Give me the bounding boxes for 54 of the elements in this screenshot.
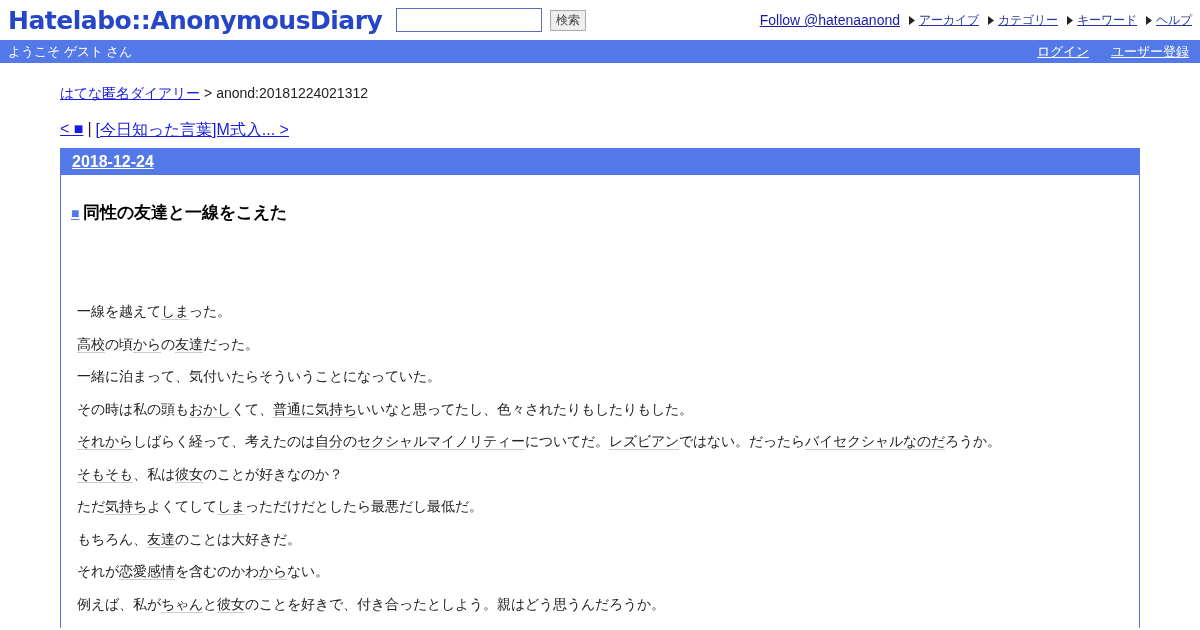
keyword-link[interactable]: 気持ち <box>105 498 147 515</box>
keyword-link[interactable]: 恋愛感情 <box>119 563 175 580</box>
keyword-link[interactable]: セクシャルマイノリティー <box>357 433 525 450</box>
paragraph: 一線を越えて しま った。 <box>77 302 232 321</box>
keyword-link[interactable]: 普通に気持ち <box>273 400 357 418</box>
paragraph: ただ気持ち よくてして しま っただけだとしたら最悪だし最低だ。 <box>77 497 484 516</box>
permalink-mark[interactable]: ■ <box>71 204 80 221</box>
date-link[interactable]: 2018-12-24 <box>72 153 154 171</box>
arrow-icon <box>988 15 994 25</box>
keyword-link[interactable]: 高校 <box>77 335 105 353</box>
paragraph: 一緒に泊まって、気付いたらそういうことになっていた。 <box>77 367 442 386</box>
keyword-link[interactable]: 彼女 <box>175 465 203 483</box>
paragraph: それから しばらく経って、考えたのは 自分のセクシャルマイノリティーについてだ。レズビアンではない。だったらバイセクシャルなのだろうか。 <box>77 432 1002 451</box>
paragraph: その時は私の頭も おかし くて、普通に気持ち いいなと思ってたし、色々されたりもしたりもした。 <box>77 399 694 419</box>
keyword-link[interactable]: 彼女 <box>217 595 245 613</box>
arrow-icon <box>909 15 915 25</box>
nav-link[interactable]: アーカイブ <box>919 11 979 29</box>
breadcrumb-separator: > <box>204 85 213 103</box>
keyword-link[interactable]: それから <box>77 433 133 450</box>
paragraph: 高校の頃からの友達だった。 <box>77 334 260 354</box>
nav-link[interactable]: カテゴリー <box>998 11 1058 29</box>
pager-separator: | <box>87 120 92 139</box>
keyword-link[interactable]: から <box>259 563 287 580</box>
follow-link[interactable]: Follow @hatenaanond <box>759 12 900 28</box>
nav-link[interactable]: キーワード <box>1077 11 1137 29</box>
previous-link[interactable]: < ■ <box>60 120 84 141</box>
keyword-link[interactable]: ちゃん <box>161 595 203 613</box>
search-field[interactable] <box>396 8 543 32</box>
keyword-link[interactable]: しま <box>217 498 245 515</box>
arrow-icon <box>1146 15 1152 25</box>
keyword-link[interactable]: 友達 <box>175 335 203 353</box>
account-link[interactable]: ログイン <box>1037 42 1089 61</box>
search-button[interactable]: 検索 <box>550 9 587 31</box>
keyword-link[interactable]: 自分 <box>315 433 343 450</box>
keyword-link[interactable]: バイセクシャルなのだ <box>805 433 945 450</box>
paragraph: 例えば、私がちゃん と彼女のことを好きで、付き合ったとしよう。親はどう思うんだろうか。 <box>77 594 666 614</box>
breadcrumb-current: anond:20181224021312 <box>216 85 368 103</box>
keyword-link[interactable]: おかし <box>189 400 231 418</box>
next-link[interactable]: [今日知った言葉]M式入... > <box>95 120 289 141</box>
nav-link[interactable]: ヘルプ <box>1156 11 1192 29</box>
paragraph: そもそも、私は彼女のことが好きなのか？ <box>77 464 344 484</box>
account-link[interactable]: ユーザー登録 <box>1111 42 1189 61</box>
arrow-icon <box>1067 15 1073 25</box>
paragraph: もちろん、友達のことは大好きだ。 <box>77 529 302 549</box>
welcome-text: ようこそ ゲスト さん <box>8 42 133 61</box>
keyword-link[interactable]: 友達 <box>147 530 175 548</box>
paragraph: それが恋愛感情を含むのかわから ない。 <box>77 562 330 581</box>
breadcrumb-link[interactable]: はてな匿名ダイアリー <box>60 85 200 103</box>
keyword-link[interactable]: レズビアン <box>609 433 679 450</box>
entry-title: 同性の友達と一線をこえた <box>83 202 288 224</box>
keyword-link[interactable]: から <box>133 335 161 353</box>
keyword-link[interactable]: そもそも <box>77 465 133 483</box>
keyword-link[interactable]: しま <box>161 303 189 320</box>
site-logo[interactable]: Hatelabo::AnonymousDiary <box>8 5 383 35</box>
